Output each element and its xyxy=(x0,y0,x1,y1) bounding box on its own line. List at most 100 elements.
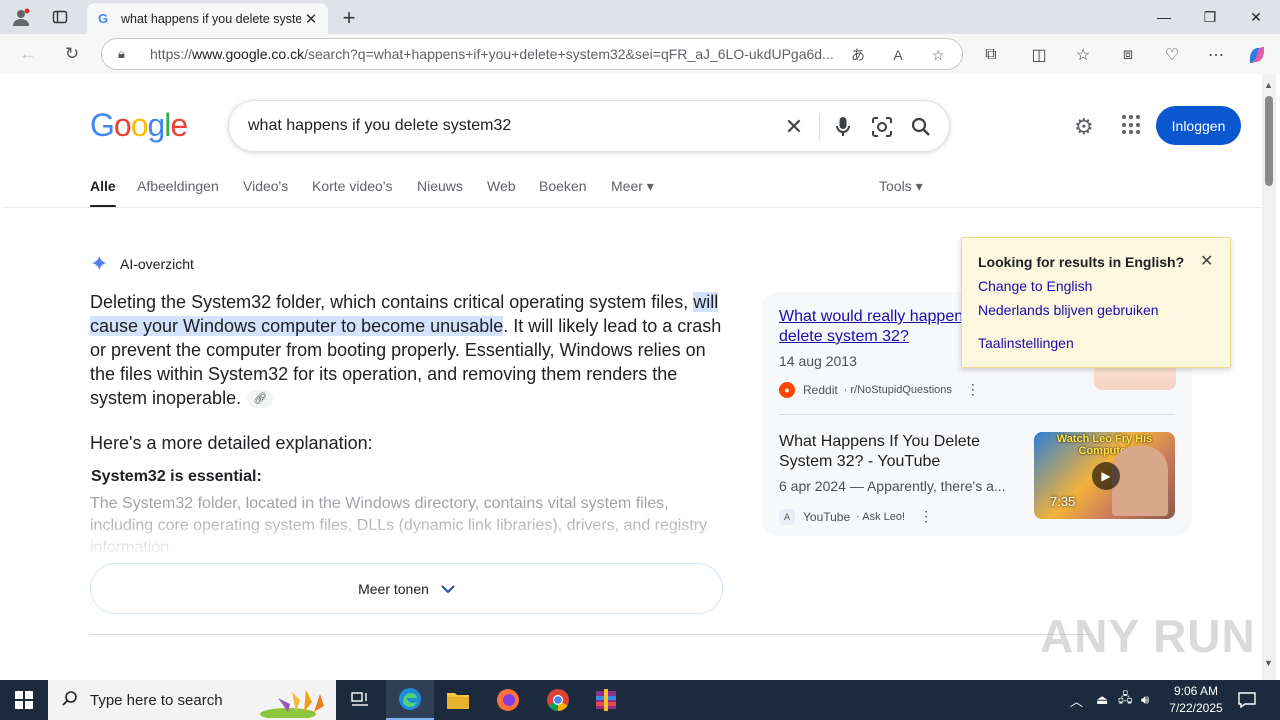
task-view-icon[interactable] xyxy=(336,680,384,720)
file-explorer-icon[interactable] xyxy=(434,680,482,720)
language-settings-link[interactable]: Taalinstellingen xyxy=(978,335,1074,351)
browser-tab[interactable]: G what happens if you delete system32 ✕ xyxy=(87,3,328,34)
copilot-icon[interactable] xyxy=(1246,44,1268,66)
scroll-up-icon[interactable]: ▲ xyxy=(1264,80,1273,90)
address-bar[interactable]: 🔒︎ https://www.google.co.ck/search?q=wha… xyxy=(101,38,963,70)
clock-date: 7/22/2025 xyxy=(1169,701,1223,715)
search-input[interactable]: what happens if you delete system32 xyxy=(248,117,511,135)
clear-search-icon[interactable]: ✕ xyxy=(782,114,806,139)
lock-icon[interactable]: 🔒︎ xyxy=(118,46,138,62)
anyrun-watermark: ANY RUN xyxy=(1040,610,1256,662)
result-separator xyxy=(779,414,1175,415)
edge-taskbar-icon[interactable] xyxy=(386,680,434,720)
back-icon[interactable]: ← xyxy=(16,42,40,66)
more-menu-icon[interactable]: ⋯ xyxy=(1205,44,1227,66)
tab-books[interactable]: Boeken xyxy=(539,178,586,194)
volume-icon[interactable]: 🔊︎ xyxy=(1141,680,1149,720)
scroll-down-icon[interactable]: ▼ xyxy=(1264,658,1273,668)
tab-more[interactable]: Meer ▾ xyxy=(611,178,654,195)
network-icon[interactable]: 🖧︎ xyxy=(1118,680,1133,720)
search-icon[interactable] xyxy=(909,115,933,139)
clock-time: 9:06 AM xyxy=(1173,684,1219,698)
window-close-icon[interactable]: ✕ xyxy=(1233,4,1279,30)
logo-letter: e xyxy=(170,107,188,143)
logo-letter: g xyxy=(147,107,165,143)
tab-videos[interactable]: Video's xyxy=(243,178,288,194)
keep-dutch-link[interactable]: Nederlands blijven gebruiken xyxy=(978,302,1159,318)
lens-search-icon[interactable] xyxy=(870,115,894,139)
logo-letter: G xyxy=(90,107,115,143)
browser-toolbar: ← ↻ 🔒︎ https://www.google.co.ck/search?q… xyxy=(0,34,1280,74)
refresh-icon[interactable]: ↻ xyxy=(60,42,84,66)
google-logo[interactable]: Google xyxy=(90,107,188,144)
favorite-star-icon[interactable]: ☆ xyxy=(928,45,948,65)
read-aloud-icon[interactable]: A xyxy=(888,45,908,65)
restore-icon[interactable]: ❐ xyxy=(1187,4,1233,30)
more-options-icon[interactable]: ⋮ xyxy=(966,381,980,398)
show-more-button[interactable]: Meer tonen xyxy=(90,563,723,614)
search-divider xyxy=(819,114,820,140)
tabs-divider xyxy=(4,207,1262,208)
tab-short-videos[interactable]: Korte video's xyxy=(312,178,393,194)
tools-button[interactable]: Tools ▾ xyxy=(879,178,923,195)
change-to-english-link[interactable]: Change to English xyxy=(978,278,1092,294)
ai-overview-text: Deleting the System32 folder, which cont… xyxy=(90,292,722,408)
google-apps-icon[interactable] xyxy=(1122,115,1142,135)
search-box[interactable]: what happens if you delete system32 ✕ xyxy=(228,100,950,152)
link-chip-icon[interactable]: 🔗︎ xyxy=(247,390,274,408)
profile-icon[interactable] xyxy=(10,7,32,27)
ai-overview-label: AI-overzicht xyxy=(120,256,194,272)
scrollbar-thumb[interactable] xyxy=(1265,96,1273,186)
notifications-icon[interactable] xyxy=(1236,690,1258,710)
show-hidden-icons[interactable]: ︿ xyxy=(1070,680,1083,720)
usb-icon[interactable]: ⏏ xyxy=(1096,680,1108,720)
google-favicon-icon: G xyxy=(97,11,109,26)
search-highlight-art xyxy=(260,690,324,718)
tab-news[interactable]: Nieuws xyxy=(417,178,463,194)
minimize-icon[interactable]: — xyxy=(1141,4,1187,30)
language-popup: Looking for results in English? ✕ Change… xyxy=(961,237,1231,368)
detail-heading: Here's a more detailed explanation: xyxy=(90,433,373,453)
show-more-label: Meer tonen xyxy=(358,580,429,597)
system-clock[interactable]: 9:06 AM 7/22/2025 xyxy=(1152,683,1240,717)
extensions-icon[interactable]: ⧉ xyxy=(980,44,1002,66)
logo-letter: o xyxy=(113,107,132,143)
voice-search-icon[interactable] xyxy=(831,115,855,139)
result-youtube-title[interactable]: What Happens If You Delete System 32? - … xyxy=(779,432,1015,472)
firefox-icon[interactable] xyxy=(484,680,532,720)
taskbar-search-placeholder: Type here to search xyxy=(90,691,223,709)
logo-letter: o xyxy=(130,107,149,143)
windows-start-icon[interactable] xyxy=(0,680,48,720)
taskbar-search[interactable]: Type here to search xyxy=(48,680,336,720)
chrome-icon[interactable] xyxy=(534,680,582,720)
tab-all[interactable]: Alle xyxy=(90,178,116,208)
video-face xyxy=(1112,446,1168,516)
result-youtube-source[interactable]: A YouTube · Ask Leo! ⋮ xyxy=(779,508,933,525)
translate-icon[interactable]: あ xyxy=(848,45,868,65)
split-screen-icon[interactable]: ◫ xyxy=(1028,44,1050,66)
tab-actions-icon[interactable] xyxy=(49,7,71,27)
login-button[interactable]: Inloggen xyxy=(1156,106,1241,145)
more-options-icon[interactable]: ⋮ xyxy=(919,508,933,525)
collections-icon[interactable]: ⧈ xyxy=(1117,44,1139,66)
favorites-icon[interactable]: ☆ xyxy=(1072,44,1094,66)
result-reddit-source[interactable]: ● Reddit · r/NoStupidQuestions ⋮ xyxy=(779,381,980,398)
video-thumbnail[interactable]: Watch Leo Fry His Computer ▶ 7:35 xyxy=(1034,432,1175,519)
url-text[interactable]: https://www.google.co.ck/search?q=what+h… xyxy=(150,46,834,62)
result-reddit-date: 14 aug 2013 xyxy=(779,353,857,369)
page-scrollbar[interactable]: ▲ ▼ xyxy=(1262,74,1276,680)
settings-gear-icon[interactable]: ⚙ xyxy=(1074,114,1094,140)
tab-web[interactable]: Web xyxy=(487,178,516,194)
reddit-icon: ● xyxy=(779,381,795,398)
popup-close-icon[interactable]: ✕ xyxy=(1200,251,1213,271)
windows-taskbar: Type here to search ︿ ⏏ 🖧︎ 🔊︎ 9:06 AM 7/… xyxy=(0,680,1280,720)
new-tab-icon[interactable]: + xyxy=(338,5,360,31)
fade-overlay xyxy=(90,514,740,559)
section-divider xyxy=(90,634,1090,635)
ask-leo-icon: A xyxy=(779,508,795,525)
play-icon[interactable]: ▶ xyxy=(1092,462,1120,490)
winrar-icon[interactable] xyxy=(582,680,630,720)
tab-images[interactable]: Afbeeldingen xyxy=(137,178,219,194)
close-tab-icon[interactable]: ✕ xyxy=(302,10,320,28)
browser-essentials-icon[interactable]: ♡ xyxy=(1161,44,1183,66)
